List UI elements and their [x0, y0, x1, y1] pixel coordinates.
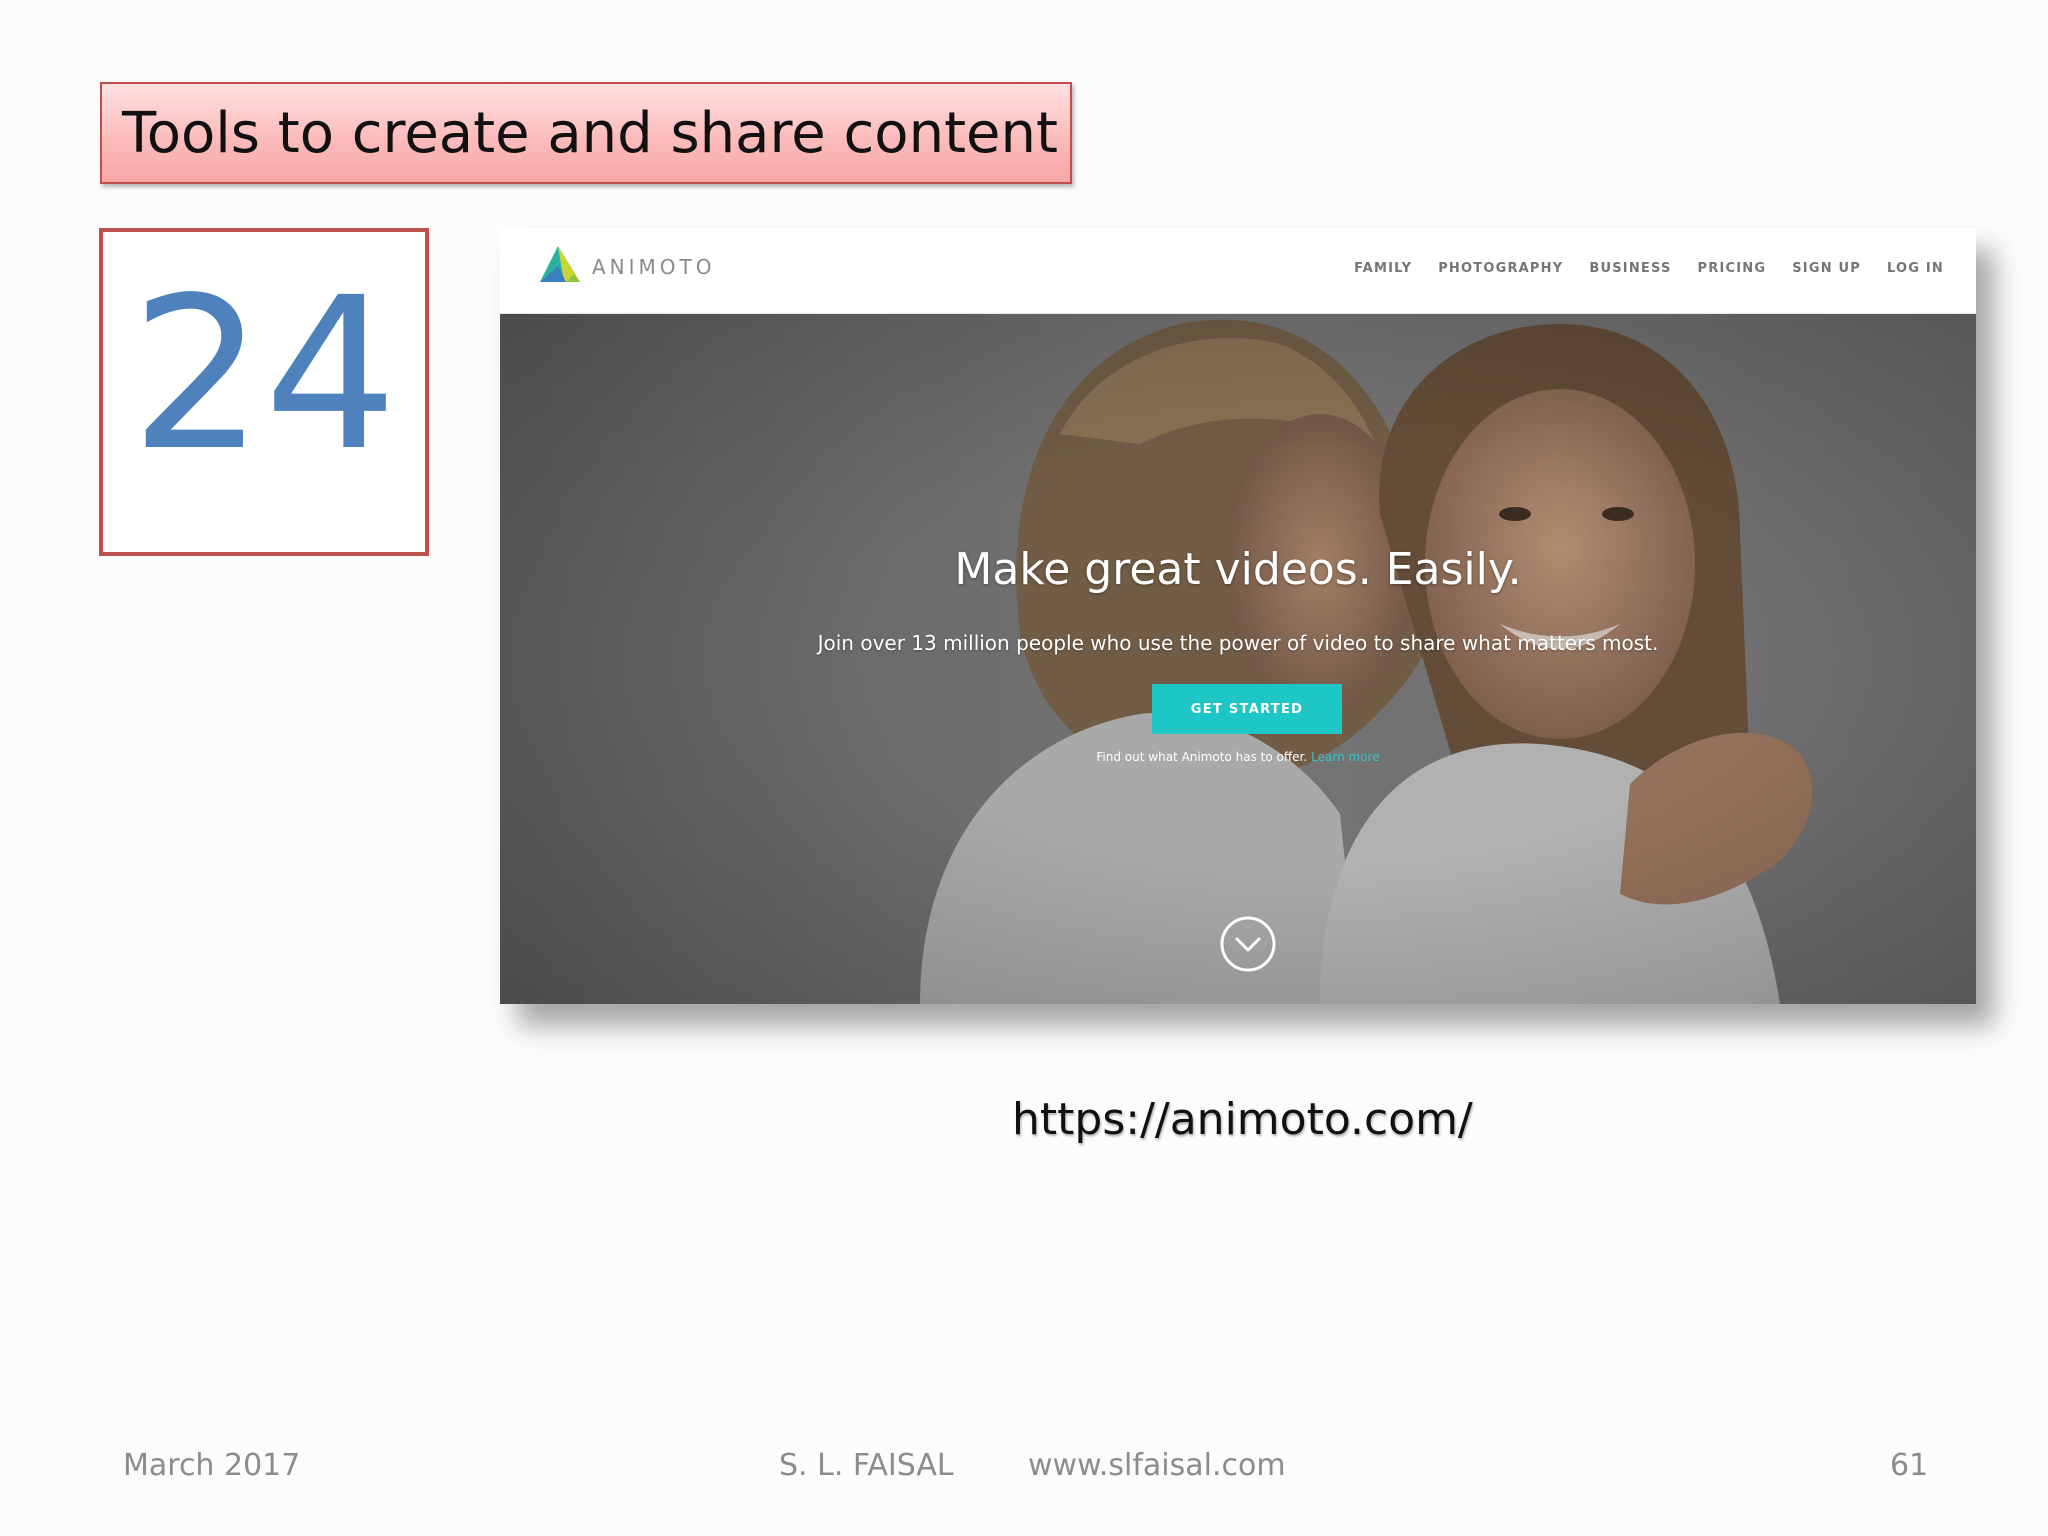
- slide-title-box: Tools to create and share content: [100, 82, 1072, 184]
- animoto-screenshot: ANIMOTO FAMILY PHOTOGRAPHY BUSINESS PRIC…: [500, 228, 1976, 1004]
- hero-headline: Make great videos. Easily.: [954, 544, 1522, 595]
- get-started-button[interactable]: GET STARTED: [1152, 684, 1342, 734]
- slide-number-box: 24: [99, 228, 429, 556]
- hero-section: Make great videos. Easily. Join over 13 …: [500, 314, 1976, 1004]
- nav-sign-up[interactable]: SIGN UP: [1792, 261, 1861, 276]
- footer-author: S. L. FAISAL: [779, 1448, 954, 1483]
- site-nav-links: FAMILY PHOTOGRAPHY BUSINESS PRICING SIGN…: [1354, 261, 1944, 276]
- footer-website: www.slfaisal.com: [1028, 1448, 1286, 1483]
- nav-photography[interactable]: PHOTOGRAPHY: [1438, 261, 1563, 276]
- site-navbar: ANIMOTO FAMILY PHOTOGRAPHY BUSINESS PRIC…: [500, 228, 1976, 314]
- nav-pricing[interactable]: PRICING: [1698, 261, 1767, 276]
- find-out-line: Find out what Animoto has to offer. Learn…: [500, 750, 1976, 764]
- hero-photo: [500, 314, 1976, 1004]
- slide-title: Tools to create and share content: [122, 101, 1058, 166]
- animoto-logo-icon[interactable]: [536, 244, 584, 286]
- nav-log-in[interactable]: LOG IN: [1887, 261, 1944, 276]
- animoto-logo-text[interactable]: ANIMOTO: [592, 255, 716, 279]
- nav-business[interactable]: BUSINESS: [1589, 261, 1671, 276]
- footer-page-number: 61: [1890, 1448, 1929, 1483]
- footer-date: March 2017: [123, 1448, 301, 1483]
- learn-more-link[interactable]: Learn more: [1311, 750, 1379, 764]
- animoto-url[interactable]: https://animoto.com/: [1012, 1094, 1473, 1145]
- find-out-text: Find out what Animoto has to offer.: [1096, 750, 1308, 764]
- scroll-down-chevron-icon[interactable]: [1218, 914, 1278, 974]
- nav-family[interactable]: FAMILY: [1354, 261, 1412, 276]
- hero-subheadline: Join over 13 million people who use the …: [817, 631, 1659, 655]
- slide-number: 24: [130, 252, 398, 497]
